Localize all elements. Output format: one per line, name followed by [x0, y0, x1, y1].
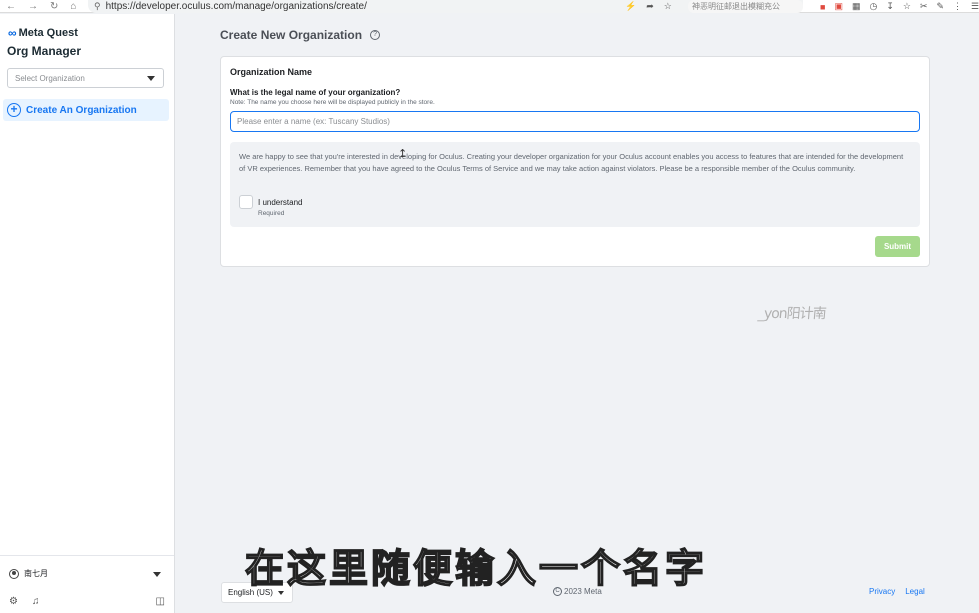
section-title: Organization Name: [230, 67, 313, 77]
home-icon[interactable]: ⌂: [70, 1, 76, 12]
bell-icon[interactable]: ♫: [32, 596, 40, 607]
download-icon[interactable]: ↧: [886, 1, 894, 12]
address-bar-url: https://developer.oculus.com/manage/orga…: [105, 1, 367, 12]
browser-toolbar: ← → ↻ ⌂ ⚲ https://developer.oculus.com/m…: [0, 0, 979, 13]
meta-logo-icon: ∞: [8, 26, 17, 40]
forward-icon[interactable]: →: [28, 1, 38, 12]
understand-checkbox[interactable]: [239, 195, 253, 209]
browser-tools: ■ ▣ ▦ ◷ ↧ ☆ ✂ ✎ ⋮ ☰: [820, 0, 979, 13]
history-icon[interactable]: ◷: [869, 1, 877, 12]
browser-nav: ← → ↻ ⌂: [0, 1, 86, 12]
name-field-note: Note: The name you choose here will be d…: [230, 99, 435, 106]
sidebar-divider: [0, 555, 174, 556]
user-menu[interactable]: 南七月: [9, 568, 48, 579]
star-outline-icon[interactable]: ☆: [664, 1, 672, 12]
extension-pill[interactable]: 神恶明征邮退出模糊充公: [688, 0, 803, 13]
sidebar-item-label: Create An Organization: [26, 104, 137, 116]
page-title: Create New Organization ?: [220, 28, 381, 42]
plus-circle-icon: +: [7, 103, 21, 117]
organization-select-placeholder: Select Organization: [15, 73, 85, 83]
organization-form-card: Organization Name What is the legal name…: [220, 56, 930, 267]
scissors-icon[interactable]: ✂: [920, 1, 928, 12]
user-menu-chevron-icon[interactable]: [153, 572, 161, 577]
favorites-icon[interactable]: ☆: [903, 1, 911, 12]
organization-select[interactable]: Select Organization: [7, 68, 164, 88]
more-icon[interactable]: ⋮: [953, 1, 962, 12]
text-cursor-icon: ↥: [398, 148, 408, 160]
reload-icon[interactable]: ↻: [50, 1, 58, 12]
back-icon[interactable]: ←: [6, 1, 16, 12]
organization-name-input[interactable]: [230, 111, 920, 132]
search-icon: ⚲: [94, 1, 101, 11]
extension-red-icon[interactable]: ■: [820, 2, 825, 12]
gear-icon[interactable]: ⚙: [9, 596, 18, 607]
brand-logo[interactable]: ∞ Meta Quest: [8, 26, 78, 40]
extension-pill-text: 神恶明征邮退出模糊充公: [692, 2, 780, 11]
terms-notice: We are happy to see that you're interest…: [230, 142, 920, 227]
pdf-icon[interactable]: ▣: [834, 1, 843, 12]
menu-icon[interactable]: ☰: [971, 1, 979, 12]
user-icon: [9, 568, 19, 579]
video-subtitle: 在这里随便输入一个名字: [244, 546, 708, 593]
sidebar-footer-icons: ⚙ ♫ ◫: [9, 596, 165, 607]
chevron-down-icon: [147, 76, 155, 81]
lightning-icon[interactable]: ⚡: [625, 1, 636, 12]
grid-icon[interactable]: ▦: [852, 1, 861, 12]
sidebar-title: Org Manager: [7, 44, 82, 58]
browser-extensions: ⚡ ➦ ☆: [625, 0, 672, 13]
help-icon[interactable]: ?: [370, 30, 381, 40]
sidebar-item-create-organization[interactable]: + Create An Organization: [3, 99, 169, 121]
submit-button[interactable]: Submit: [875, 236, 920, 257]
share-icon[interactable]: ➦: [646, 1, 654, 12]
brand-name: Meta Quest: [18, 27, 78, 39]
collapse-panel-icon[interactable]: ◫: [156, 596, 165, 607]
required-hint: Required: [258, 210, 285, 217]
page-title-text: Create New Organization: [220, 28, 363, 42]
watermark: _yon阳计南: [757, 306, 827, 322]
sidebar-footer-left: ⚙ ♫: [9, 596, 39, 607]
privacy-link[interactable]: Privacy: [869, 587, 895, 596]
user-name: 南七月: [24, 569, 48, 578]
brush-icon[interactable]: ✎: [937, 1, 945, 12]
sidebar: ∞ Meta Quest Org Manager Select Organiza…: [0, 14, 175, 613]
terms-notice-text: We are happy to see that you're interest…: [239, 152, 904, 173]
name-field-label: What is the legal name of your organizat…: [230, 88, 401, 97]
legal-link[interactable]: Legal: [905, 587, 925, 596]
footer-links: Privacy Legal: [869, 587, 925, 596]
understand-checkbox-label[interactable]: I understand: [258, 198, 302, 207]
